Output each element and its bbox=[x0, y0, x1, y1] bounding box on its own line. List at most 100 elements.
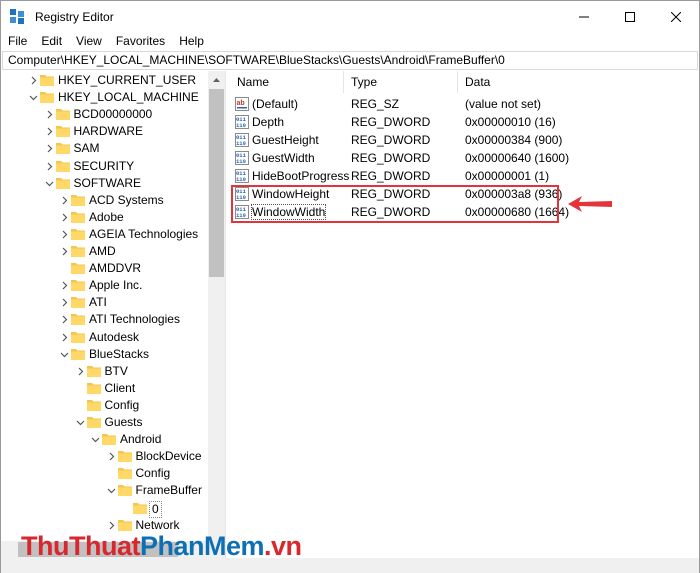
tree-node-amd[interactable]: AMD bbox=[1, 243, 208, 260]
tree-node-ati-technologies[interactable]: ATI Technologies bbox=[1, 311, 208, 328]
value-name: Depth bbox=[252, 115, 285, 129]
tree-node-framebuffer[interactable]: FrameBuffer bbox=[1, 482, 208, 499]
maximize-button[interactable] bbox=[607, 1, 653, 32]
highlight-box bbox=[231, 185, 559, 223]
chevron-right-icon[interactable] bbox=[45, 110, 54, 119]
tree-node-adobe[interactable]: Adobe bbox=[1, 209, 208, 226]
svg-text:110: 110 bbox=[236, 176, 246, 183]
tree-scroll-thumb[interactable] bbox=[209, 89, 224, 277]
chevron-down-icon[interactable] bbox=[45, 179, 54, 188]
chevron-right-icon[interactable] bbox=[45, 127, 54, 136]
folder-icon bbox=[86, 365, 101, 377]
chevron-right-icon[interactable] bbox=[76, 367, 85, 376]
column-name-header[interactable]: Name bbox=[230, 71, 344, 93]
chevron-right-icon[interactable] bbox=[60, 333, 69, 342]
close-icon bbox=[671, 11, 681, 22]
svg-text:110: 110 bbox=[236, 158, 246, 165]
tree-node-config[interactable]: Config bbox=[1, 397, 208, 414]
value-type: REG_DWORD bbox=[351, 115, 431, 129]
tree-node-bcd00000000[interactable]: BCD00000000 bbox=[1, 106, 208, 123]
close-button[interactable] bbox=[653, 1, 699, 32]
tree-node-sam[interactable]: SAM bbox=[1, 140, 208, 157]
tree-node-label: Client bbox=[104, 380, 136, 395]
tree-node-bluestacks[interactable]: BlueStacks bbox=[1, 346, 208, 363]
chevron-right-icon[interactable] bbox=[45, 162, 54, 171]
chevron-right-icon[interactable] bbox=[45, 144, 54, 153]
scroll-up-arrow-icon[interactable] bbox=[208, 71, 225, 88]
chevron-right-icon[interactable] bbox=[107, 521, 116, 530]
tree-node-guests[interactable]: Guests bbox=[1, 414, 208, 431]
chevron-right-icon[interactable] bbox=[60, 230, 69, 239]
tree-node-label: HKEY_LOCAL_MACHINE bbox=[58, 90, 199, 105]
value-row-default[interactable]: ab (Default) REG_SZ (value not set) bbox=[230, 95, 699, 113]
minimize-button[interactable] bbox=[561, 1, 607, 32]
chevron-right-icon[interactable] bbox=[60, 247, 69, 256]
folder-icon bbox=[40, 91, 54, 104]
chevron-right-icon[interactable] bbox=[60, 196, 69, 205]
tree-node-hkey-local-machine[interactable]: HKEY_LOCAL_MACHINE bbox=[1, 89, 208, 106]
menu-file[interactable]: File bbox=[1, 32, 34, 51]
tree-node-framebuffer-0[interactable]: 0 bbox=[1, 500, 208, 518]
tree-node-ati[interactable]: ATI bbox=[1, 294, 208, 311]
column-data-header[interactable]: Data bbox=[458, 71, 699, 93]
address-bar[interactable]: Computer\HKEY_LOCAL_MACHINE\SOFTWARE\Blu… bbox=[2, 51, 698, 70]
menu-help[interactable]: Help bbox=[172, 32, 211, 51]
value-data: 0x00000010 (16) bbox=[465, 115, 556, 129]
folder-icon bbox=[86, 416, 101, 428]
folder-icon bbox=[71, 296, 85, 309]
chevron-right-icon[interactable] bbox=[107, 452, 116, 461]
svg-text:ab: ab bbox=[237, 100, 245, 107]
arrow-left-icon bbox=[568, 196, 612, 212]
title-bar[interactable]: Registry Editor bbox=[1, 1, 699, 32]
list-header: Name Type Data bbox=[230, 71, 699, 93]
tree-node-label: HARDWARE bbox=[73, 124, 144, 139]
folder-icon bbox=[102, 433, 116, 446]
tree-node-software[interactable]: SOFTWARE bbox=[1, 175, 208, 192]
chevron-right-icon[interactable] bbox=[29, 76, 38, 85]
tree-node-hkey-current-user[interactable]: HKEY_CURRENT_USER bbox=[1, 72, 208, 89]
chevron-down-icon[interactable] bbox=[76, 418, 85, 427]
binary-value-icon: 011 110 bbox=[235, 151, 249, 165]
tree-node-security[interactable]: SECURITY bbox=[1, 158, 208, 175]
folder-icon bbox=[133, 502, 147, 514]
chevron-down-icon[interactable] bbox=[107, 486, 116, 495]
tree-node-label: Autodesk bbox=[89, 329, 140, 344]
key-tree[interactable]: HKEY_CURRENT_USER HKEY_LOCAL_MACHINE BCD00… bbox=[1, 71, 225, 573]
maximize-icon bbox=[625, 11, 635, 22]
folder-icon bbox=[55, 160, 70, 172]
tree-node-btv[interactable]: BTV bbox=[1, 363, 208, 380]
tree-node-blockdevice[interactable]: BlockDevice bbox=[1, 448, 208, 465]
window-title: Registry Editor bbox=[35, 9, 114, 24]
chevron-down-icon[interactable] bbox=[91, 435, 100, 444]
chevron-right-icon[interactable] bbox=[60, 213, 69, 222]
value-row-guestwidth[interactable]: 011 110 GuestWidth REG_DWORD 0x00000640 (160… bbox=[230, 149, 699, 167]
folder-icon bbox=[55, 108, 70, 121]
tree-node-client[interactable]: Client bbox=[1, 380, 208, 397]
tree-node-android-config[interactable]: Config bbox=[1, 465, 208, 482]
chevron-right-icon[interactable] bbox=[60, 281, 69, 290]
tree-node-android[interactable]: Android bbox=[1, 431, 208, 448]
tree-node-hardware[interactable]: HARDWARE bbox=[1, 123, 208, 140]
tree-vertical-scrollbar[interactable] bbox=[208, 71, 225, 541]
folder-icon bbox=[117, 484, 132, 497]
menu-view[interactable]: View bbox=[69, 32, 109, 51]
tree-node-autodesk[interactable]: Autodesk bbox=[1, 329, 208, 346]
value-row-guestheight[interactable]: 011 110 GuestHeight REG_DWORD 0x00000384 (90… bbox=[230, 131, 699, 149]
svg-text:110: 110 bbox=[236, 122, 246, 129]
folder-icon bbox=[86, 399, 101, 411]
tree-node-label: BCD00000000 bbox=[73, 107, 153, 122]
tree-node-amddvr[interactable]: AMDDVR bbox=[1, 260, 208, 277]
chevron-down-icon[interactable] bbox=[60, 350, 69, 359]
tree-node-acd-systems[interactable]: ACD Systems bbox=[1, 192, 208, 209]
value-row-depth[interactable]: 011 110 Depth REG_DWORD 0x00000010 (16) bbox=[230, 113, 699, 131]
chevron-right-icon[interactable] bbox=[60, 298, 69, 307]
menu-favorites[interactable]: Favorites bbox=[109, 32, 172, 51]
tree-node-ageia-technologies[interactable]: AGEIA Technologies bbox=[1, 226, 208, 243]
tree-node-apple-inc[interactable]: Apple Inc. bbox=[1, 277, 208, 294]
chevron-down-icon[interactable] bbox=[29, 93, 38, 102]
value-row-hidebootprogress[interactable]: 011 110 HideBootProgress REG_DWORD 0x0000000… bbox=[230, 167, 699, 185]
values-list[interactable]: Name Type Data ab (Default) REG_SZ (value n… bbox=[230, 71, 699, 558]
chevron-right-icon[interactable] bbox=[60, 315, 69, 324]
menu-edit[interactable]: Edit bbox=[34, 32, 69, 51]
column-type-header[interactable]: Type bbox=[344, 71, 458, 93]
